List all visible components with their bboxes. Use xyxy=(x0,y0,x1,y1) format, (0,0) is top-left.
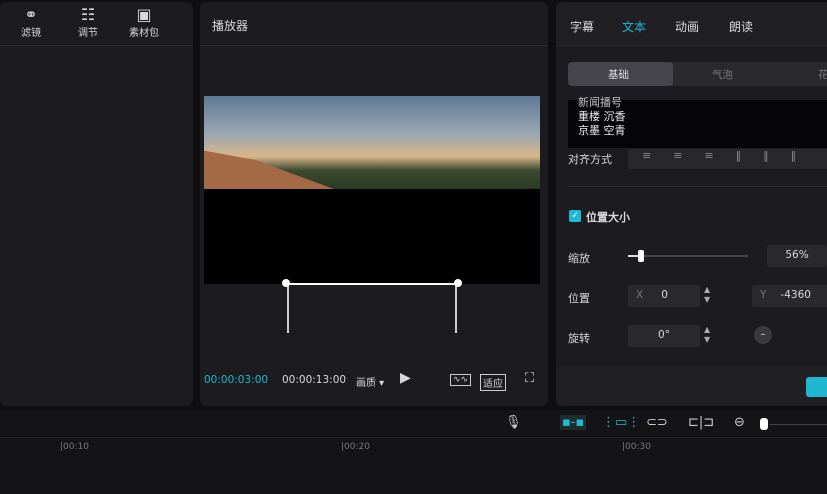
ruler-tick: |00:10 xyxy=(60,442,89,452)
current-time: 00:00:03:00 xyxy=(204,374,269,386)
quality-label: 画质 xyxy=(356,378,376,389)
resize-handle[interactable] xyxy=(454,279,462,287)
text-line: 重楼 沉香 xyxy=(578,110,626,123)
waveform-icon[interactable]: ∿∿ xyxy=(450,374,472,386)
timeline: 🎙 ▪-▪ ⋮▭⋮ ⊂⊃ ⊏|⊐ ⊖ |00:10 |00:20 |00:30 xyxy=(0,410,827,494)
split-icon[interactable]: ⊏|⊐ xyxy=(688,415,714,430)
text-input[interactable]: 新闻播号 重楼 沉香 京墨 空青 xyxy=(568,96,827,148)
adjust-tool[interactable]: ☷ 调节 xyxy=(68,5,108,40)
adjust-label: 调节 xyxy=(78,28,98,39)
text-line: 新闻播号 xyxy=(578,96,622,109)
toolbar: ⚭ 滤镜 ☷ 调节 ▣ 素材包 xyxy=(0,2,193,46)
subtab-flower[interactable]: 花 xyxy=(818,67,827,82)
x-stepper[interactable]: ▲ ▼ xyxy=(704,285,710,305)
fullscreen-icon[interactable]: ⛶ xyxy=(525,371,534,386)
link-main-track-icon[interactable]: ▪-▪ xyxy=(560,415,587,430)
rotate-stepper[interactable]: ▲ ▼ xyxy=(704,325,710,345)
player-panel: 播放器 00:00:03:00 00:00:13:00 画质 ▾ ▶ ∿∿ 适应… xyxy=(200,2,548,406)
rotate-label: 旋转 xyxy=(568,332,590,345)
zoom-out-icon[interactable]: ⊖ xyxy=(734,415,745,430)
x-label: X xyxy=(636,289,644,301)
subtab-basic[interactable]: 基础 xyxy=(608,67,629,82)
preview-axis-icon[interactable]: ⋮▭⋮ xyxy=(602,415,640,430)
microphone-icon[interactable]: 🎙 xyxy=(505,415,522,430)
position-label: 位置 xyxy=(568,292,590,305)
chain-link-icon[interactable]: ⊂⊃ xyxy=(646,415,668,430)
video-frame xyxy=(204,96,540,189)
apply-button[interactable] xyxy=(806,377,827,397)
filter-label: 滤镜 xyxy=(21,28,41,39)
quality-dropdown[interactable]: 画质 ▾ xyxy=(356,374,384,389)
package-icon: ▣ xyxy=(136,5,152,24)
text-line: 京墨 空青 xyxy=(578,124,626,137)
resize-handle[interactable] xyxy=(282,279,290,287)
y-value: -4360 xyxy=(780,289,811,301)
rotate-dial-icon[interactable]: – xyxy=(754,326,772,344)
text-bounding-box[interactable] xyxy=(286,283,458,333)
tab-text[interactable]: 文本 xyxy=(622,18,646,35)
package-label: 素材包 xyxy=(129,28,159,39)
tab-animation[interactable]: 动画 xyxy=(675,18,699,35)
y-input[interactable]: Y -4360 xyxy=(752,285,827,307)
video-preview[interactable] xyxy=(204,96,540,284)
align-label: 对齐方式 xyxy=(568,153,612,166)
y-label: Y xyxy=(760,289,767,301)
ruler-tick: |00:30 xyxy=(622,442,651,452)
x-value: 0 xyxy=(661,289,668,301)
timeline-toolbar: 🎙 ▪-▪ ⋮▭⋮ ⊂⊃ ⊏|⊐ ⊖ xyxy=(0,410,827,438)
rotate-input[interactable]: 0° xyxy=(628,325,700,347)
position-size-checkbox[interactable]: ✓ xyxy=(569,210,581,222)
left-panel: ⚭ 滤镜 ☷ 调节 ▣ 素材包 xyxy=(0,2,193,406)
player-title: 播放器 xyxy=(212,19,249,33)
ruler-tick: |00:20 xyxy=(341,442,370,452)
x-input[interactable]: X0 xyxy=(628,285,700,307)
fit-button[interactable]: 适应 xyxy=(480,374,506,391)
properties-panel: 字幕 文本 动画 朗读 基础 气泡 花 新闻播号 重楼 沉香 京墨 空青 对齐方… xyxy=(556,2,827,406)
tab-subtitle[interactable]: 字幕 xyxy=(570,18,594,35)
sliders-icon: ☷ xyxy=(80,5,96,24)
align-buttons[interactable]: ≡≡≡‖‖‖ xyxy=(628,149,827,169)
section-title: 位置大小 xyxy=(586,211,630,224)
zoom-slider[interactable] xyxy=(760,418,768,430)
play-button[interactable]: ▶ xyxy=(400,370,411,386)
filter-tool[interactable]: ⚭ 滤镜 xyxy=(11,5,51,40)
scale-slider[interactable] xyxy=(628,250,748,262)
tab-read[interactable]: 朗读 xyxy=(729,18,753,35)
total-time: 00:00:13:00 xyxy=(282,374,347,386)
filter-icon: ⚭ xyxy=(24,5,38,24)
subtab-bubble[interactable]: 气泡 xyxy=(712,67,733,82)
subtab-bar: 基础 气泡 花 xyxy=(568,62,827,86)
scale-value[interactable]: 56% xyxy=(767,245,827,267)
scale-label: 缩放 xyxy=(568,252,590,265)
package-tool[interactable]: ▣ 素材包 xyxy=(124,5,164,40)
